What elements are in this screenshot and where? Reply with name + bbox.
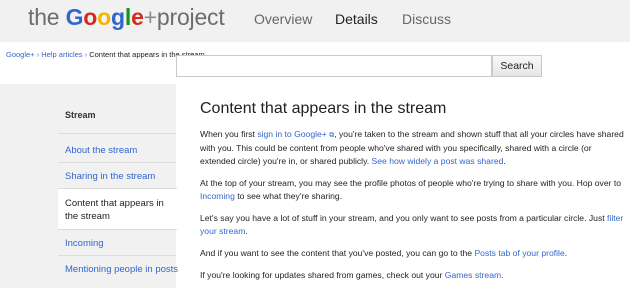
article-paragraph: When you first sign in to Google+ ⧉, you… — [200, 129, 624, 166]
posts-tab-link[interactable]: Posts tab of your profile — [474, 248, 564, 258]
nav-discuss[interactable]: Discuss — [402, 11, 451, 27]
search-input[interactable] — [176, 55, 492, 77]
sidebar-item-label: Content that appears in the stream — [65, 198, 164, 222]
breadcrumb-google-plus[interactable]: Google+ — [6, 50, 35, 59]
sidebar-divider — [58, 162, 176, 163]
article: Content that appears in the stream When … — [200, 100, 628, 288]
sidebar-heading: Stream — [65, 110, 96, 120]
breadcrumb: Google+ › Help articles › Content that a… — [6, 50, 205, 59]
incoming-link[interactable]: Incoming — [200, 191, 235, 201]
sidebar-divider — [58, 255, 176, 256]
sidebar-item-content-that-appears-in-the-stream[interactable]: Content that appears in the stream — [58, 188, 177, 230]
sign-in-link[interactable]: sign in to Google+ — [257, 129, 327, 139]
google-plus-project-logo[interactable]: the Google+project — [28, 4, 225, 31]
site-header: the Google+project Overview Details Disc… — [0, 0, 630, 42]
search-button[interactable]: Search — [492, 55, 542, 77]
sidebar-divider — [58, 133, 176, 134]
sidebar-item-about-the-stream[interactable]: About the stream — [65, 145, 137, 156]
article-paragraph: At the top of your stream, you may see t… — [200, 178, 622, 201]
see-how-widely-shared-link[interactable]: See how widely a post was shared — [372, 156, 504, 166]
breadcrumb-help-articles[interactable]: Help articles — [41, 50, 82, 59]
article-paragraph: If you're looking for updates shared fro… — [200, 270, 504, 280]
games-stream-link[interactable]: Games stream — [445, 270, 501, 280]
sidebar-item-sharing-in-the-stream[interactable]: Sharing in the stream — [65, 171, 155, 182]
sidebar-item-incoming[interactable]: Incoming — [65, 238, 104, 249]
sidebar-item-mentioning-people-in-posts[interactable]: Mentioning people in posts — [65, 264, 178, 275]
article-paragraph: And if you want to see the content that … — [200, 248, 568, 258]
article-paragraph: Let's say you have a lot of stuff in you… — [200, 213, 624, 236]
nav-overview[interactable]: Overview — [254, 11, 312, 27]
nav-details[interactable]: Details — [335, 11, 378, 27]
page-title: Content that appears in the stream — [200, 100, 447, 117]
